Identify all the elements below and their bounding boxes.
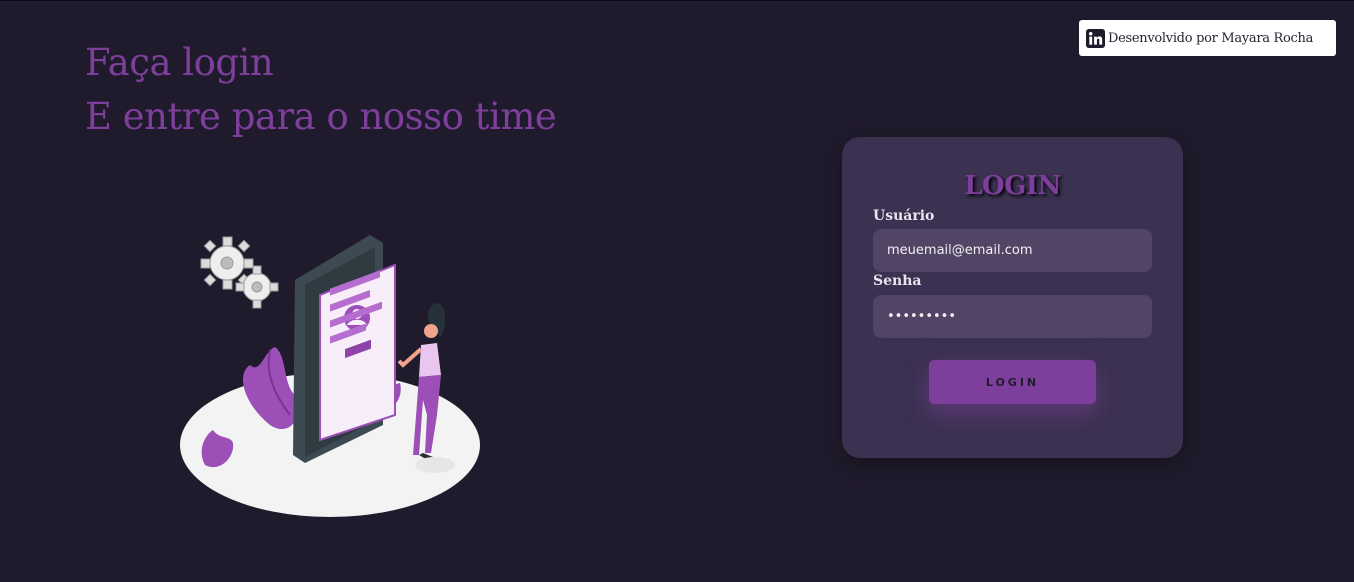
headline-line-2: E entre para o nosso time — [85, 95, 557, 138]
linkedin-icon — [1086, 28, 1105, 48]
login-card: LOGIN Usuário Senha LOGIN — [842, 137, 1183, 458]
page-headline: Faça login E entre para o nosso time — [85, 36, 557, 144]
headline-line-1: Faça login — [85, 41, 274, 84]
password-label: Senha — [873, 273, 922, 289]
username-label: Usuário — [873, 208, 935, 224]
login-button[interactable]: LOGIN — [929, 360, 1096, 404]
developer-credit-link[interactable]: Desenvolvido por Mayara Rocha — [1079, 20, 1336, 56]
credit-text: Desenvolvido por Mayara Rocha — [1108, 30, 1314, 46]
password-input[interactable] — [873, 295, 1152, 338]
login-title: LOGIN — [964, 171, 1061, 201]
username-input[interactable] — [873, 229, 1152, 272]
gear-icon — [235, 265, 279, 309]
top-border — [0, 0, 1354, 1]
login-illustration — [180, 235, 480, 517]
